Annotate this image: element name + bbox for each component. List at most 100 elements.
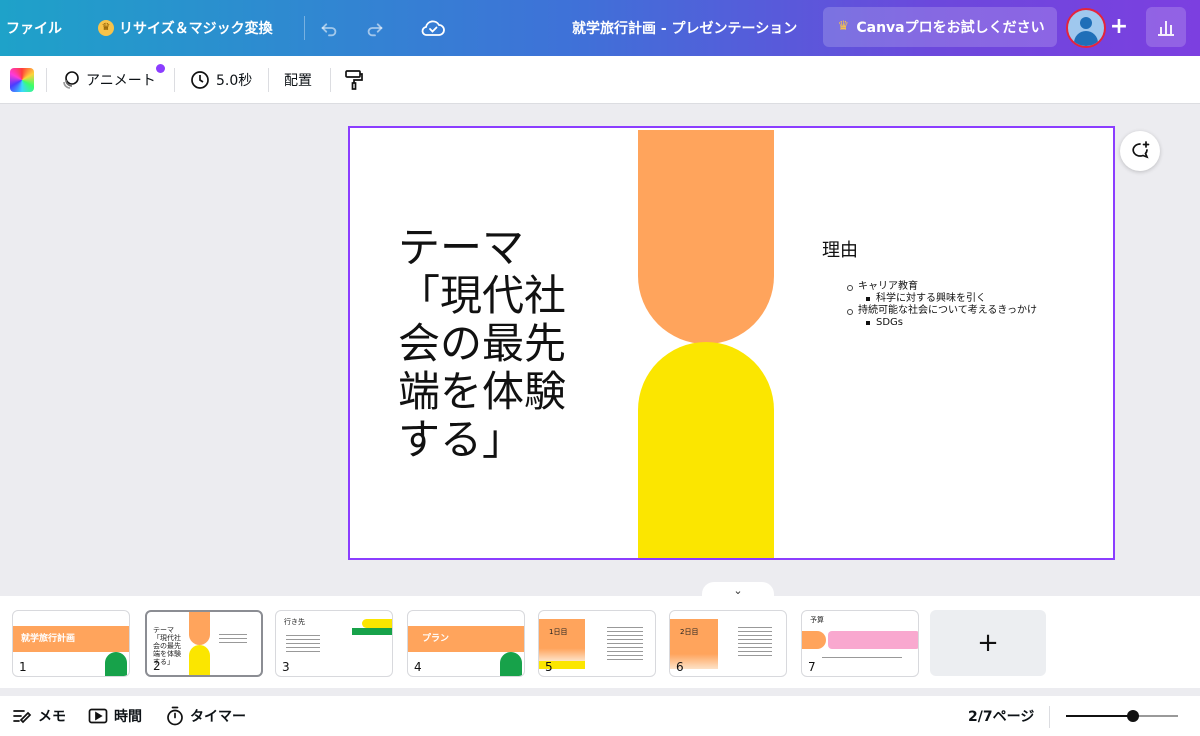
page-number: 4 [414, 660, 422, 674]
file-menu[interactable]: ファイル [6, 0, 62, 56]
thumb-title: プラン [408, 626, 524, 652]
thumb-shape [189, 645, 210, 675]
slide-title[interactable]: テーマ「現代社会の最先端を体験する」 [398, 224, 598, 464]
page-thumbnail-4[interactable]: プラン 4 [407, 610, 525, 677]
list-item: 科学に対する興味を引く [844, 293, 1037, 305]
thumb-shape [500, 652, 522, 676]
thumb-text-lines [286, 635, 320, 655]
thumb-shape [189, 612, 210, 645]
thumb-shape [352, 628, 392, 635]
page-number: 3 [282, 660, 290, 674]
page-thumbnail-1[interactable]: 就学旅行計画 1 [12, 610, 130, 677]
reason-list[interactable]: キャリア教育 科学に対する興味を引く 持続可能な社会について考えるきっかけ SD… [844, 281, 1037, 329]
top-bar: ファイル ♛ リサイズ＆マジック変換 就学旅行計画 - プレゼンテーション ♛ … [0, 0, 1200, 56]
thumb-title: 就学旅行計画 [13, 626, 129, 652]
try-pro-label: Canvaプロをお試しください [856, 20, 1045, 36]
duration-button[interactable]: 5.0秒 [190, 56, 252, 104]
resize-label: リサイズ＆マジック変換 [119, 21, 273, 37]
cloud-save-button[interactable] [420, 0, 446, 56]
notes-label: メモ [38, 709, 66, 725]
color-button[interactable] [10, 56, 34, 104]
divider [1049, 706, 1050, 728]
page-number: 7 [808, 660, 816, 674]
chevron-down-icon: ⌄ [733, 583, 743, 597]
animate-label: アニメート [86, 73, 156, 89]
plus-icon: + [1109, 14, 1129, 39]
page-thumbnail-6[interactable]: 2日目 6 [669, 610, 787, 677]
new-badge-dot [156, 64, 165, 73]
editor-toolbar: アニメート 5.0秒 配置 [0, 56, 1200, 104]
divider [304, 0, 305, 56]
plus-icon: + [977, 628, 999, 658]
file-menu-label: ファイル [6, 21, 62, 37]
animate-button[interactable]: アニメート [60, 56, 165, 104]
thumb-shape [539, 619, 585, 661]
list-item: SDGs [844, 317, 1037, 329]
comment-plus-icon [1132, 141, 1150, 159]
yellow-arch-shape[interactable] [638, 342, 774, 558]
cloud-check-icon [421, 20, 445, 36]
footer-bar: メモ 時間 タイマー 2/7ページ [0, 696, 1200, 736]
crown-icon: ♛ [837, 19, 850, 34]
clock-icon [191, 71, 209, 89]
stopwatch-icon [167, 706, 183, 726]
zoom-slider[interactable] [1066, 715, 1178, 717]
thumb-text-lines [738, 627, 772, 657]
divider [330, 68, 331, 92]
orange-arch-shape[interactable] [638, 130, 774, 344]
resize-button[interactable]: ♛ リサイズ＆マジック変換 [98, 0, 273, 56]
timer-button[interactable]: タイマー [166, 696, 246, 736]
page-thumbnail-3[interactable]: 行き先 3 [275, 610, 393, 677]
reason-heading[interactable]: 理由 [822, 236, 858, 262]
redo-button[interactable] [364, 0, 386, 56]
avatar-body [1074, 31, 1098, 46]
divider [174, 68, 175, 92]
duration-footer-label: 時間 [114, 709, 142, 725]
thumb-shape [828, 631, 918, 649]
notes-button[interactable]: メモ [12, 696, 66, 736]
document-title-text: 就学旅行計画 - プレゼンテーション [572, 21, 798, 37]
divider [268, 68, 269, 92]
crown-icon: ♛ [98, 20, 114, 36]
page-indicator-text: 2/7ページ [968, 709, 1035, 725]
page-indicator[interactable]: 2/7ページ [968, 696, 1034, 736]
page-number: 1 [19, 660, 27, 674]
page-thumbnail-5[interactable]: 1日目 5 [538, 610, 656, 677]
document-title[interactable]: 就学旅行計画 - プレゼンテーション [572, 0, 797, 56]
page-thumbnail-7[interactable]: 予算 7 [801, 610, 919, 677]
timer-label: タイマー [190, 709, 246, 725]
redo-icon [367, 23, 383, 37]
undo-icon [321, 23, 337, 37]
page-number: 5 [545, 660, 553, 674]
copy-style-button[interactable] [344, 56, 364, 104]
user-avatar[interactable] [1066, 8, 1106, 48]
color-palette-icon [10, 68, 34, 92]
thumb-text-lines [607, 627, 643, 663]
duration-button[interactable]: 時間 [88, 696, 142, 736]
animate-icon [63, 71, 79, 89]
thumb-text-lines [219, 634, 247, 644]
duration-label: 5.0秒 [216, 73, 253, 89]
zoom-slider-handle[interactable] [1127, 710, 1140, 722]
thumb-text-lines [822, 657, 902, 661]
add-page-button[interactable]: + [930, 610, 1046, 676]
notes-icon [13, 710, 32, 724]
page-thumbnail-2[interactable]: テーマ「現代社会の最先端を体験する」 2 [145, 610, 263, 677]
paint-roller-icon [345, 70, 363, 90]
position-button[interactable]: 配置 [284, 56, 312, 104]
list-item: キャリア教育 [844, 281, 1037, 293]
slide-canvas[interactable]: テーマ「現代社会の最先端を体験する」 理由 キャリア教育 科学に対する興味を引く… [348, 126, 1115, 560]
page-number: 2 [153, 659, 161, 673]
zoom-slider-fill [1066, 715, 1134, 717]
thumb-shape [105, 652, 127, 676]
thumb-shape [802, 631, 826, 649]
page-number: 6 [676, 660, 684, 674]
undo-button[interactable] [318, 0, 340, 56]
try-pro-button[interactable]: ♛ Canvaプロをお試しください [823, 7, 1057, 47]
insights-button[interactable] [1146, 7, 1186, 47]
thumb-title: 予算 [810, 616, 824, 624]
add-collaborator-button[interactable]: + [1106, 14, 1132, 40]
bar-chart-icon [1158, 21, 1174, 36]
divider [46, 68, 47, 92]
add-comment-button[interactable] [1120, 131, 1160, 171]
